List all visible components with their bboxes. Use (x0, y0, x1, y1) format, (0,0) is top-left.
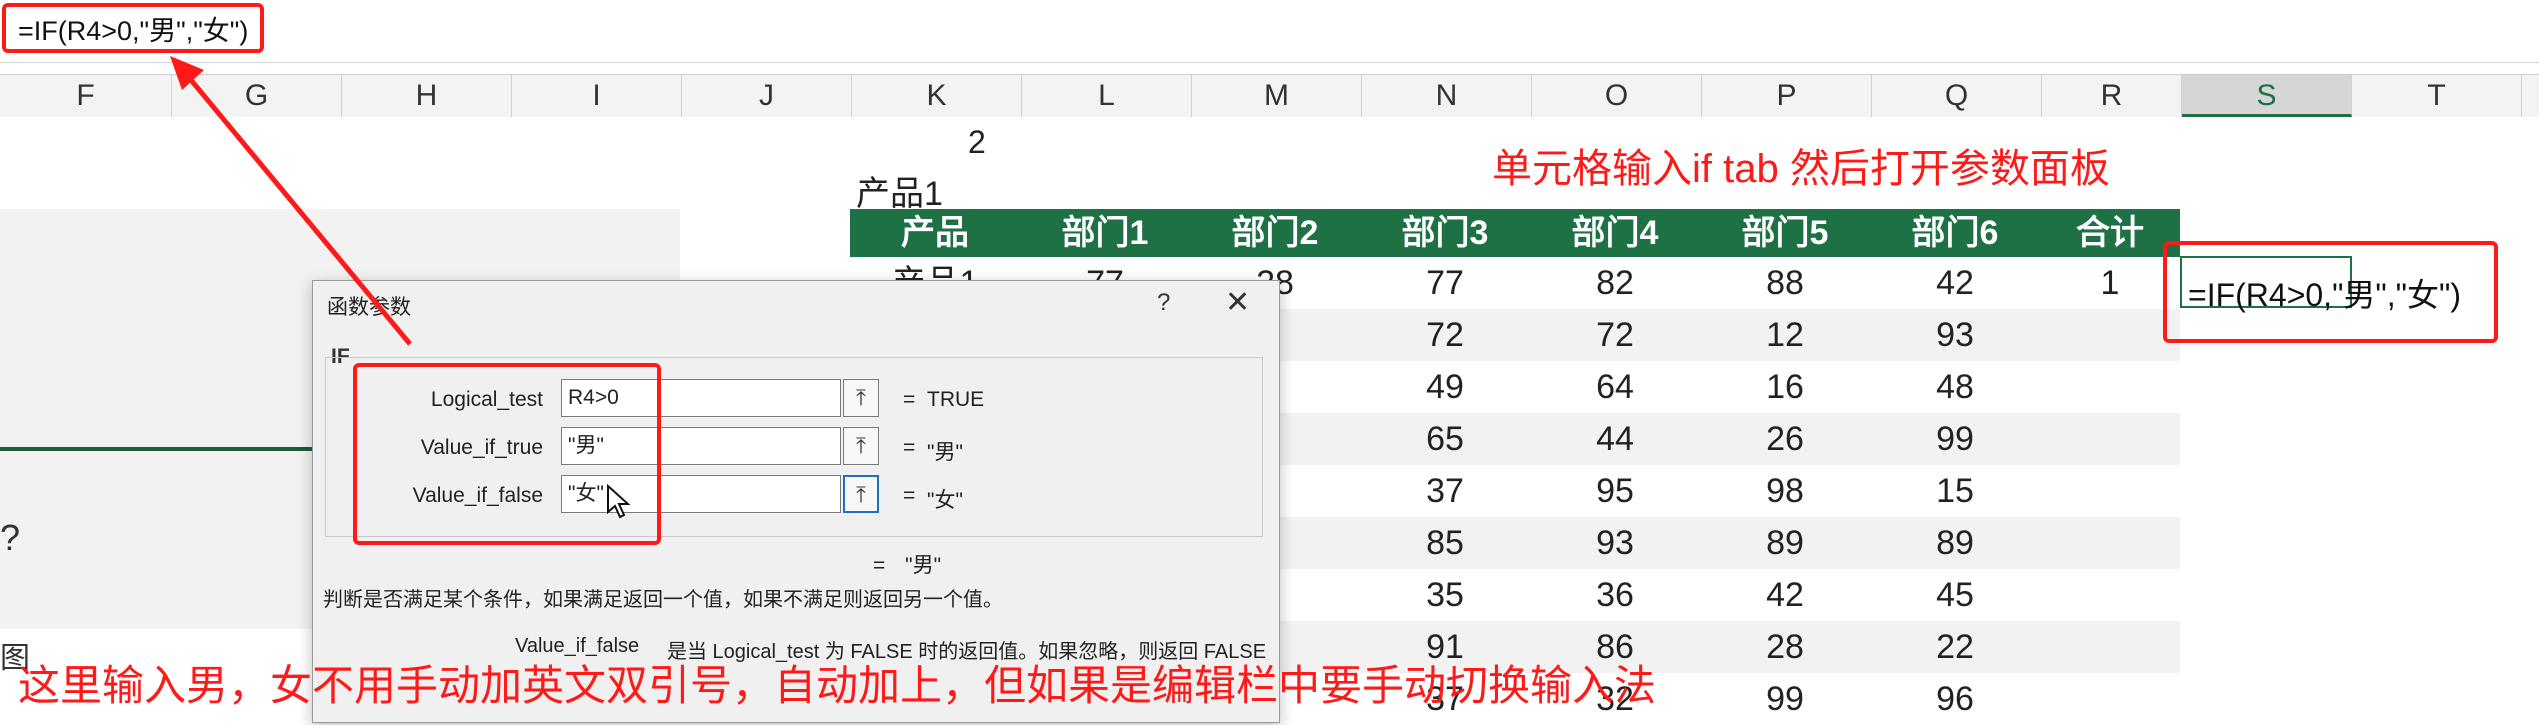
arrow-line (184, 72, 412, 346)
arrow-head (170, 56, 204, 90)
annotation-arrow (170, 56, 412, 346)
